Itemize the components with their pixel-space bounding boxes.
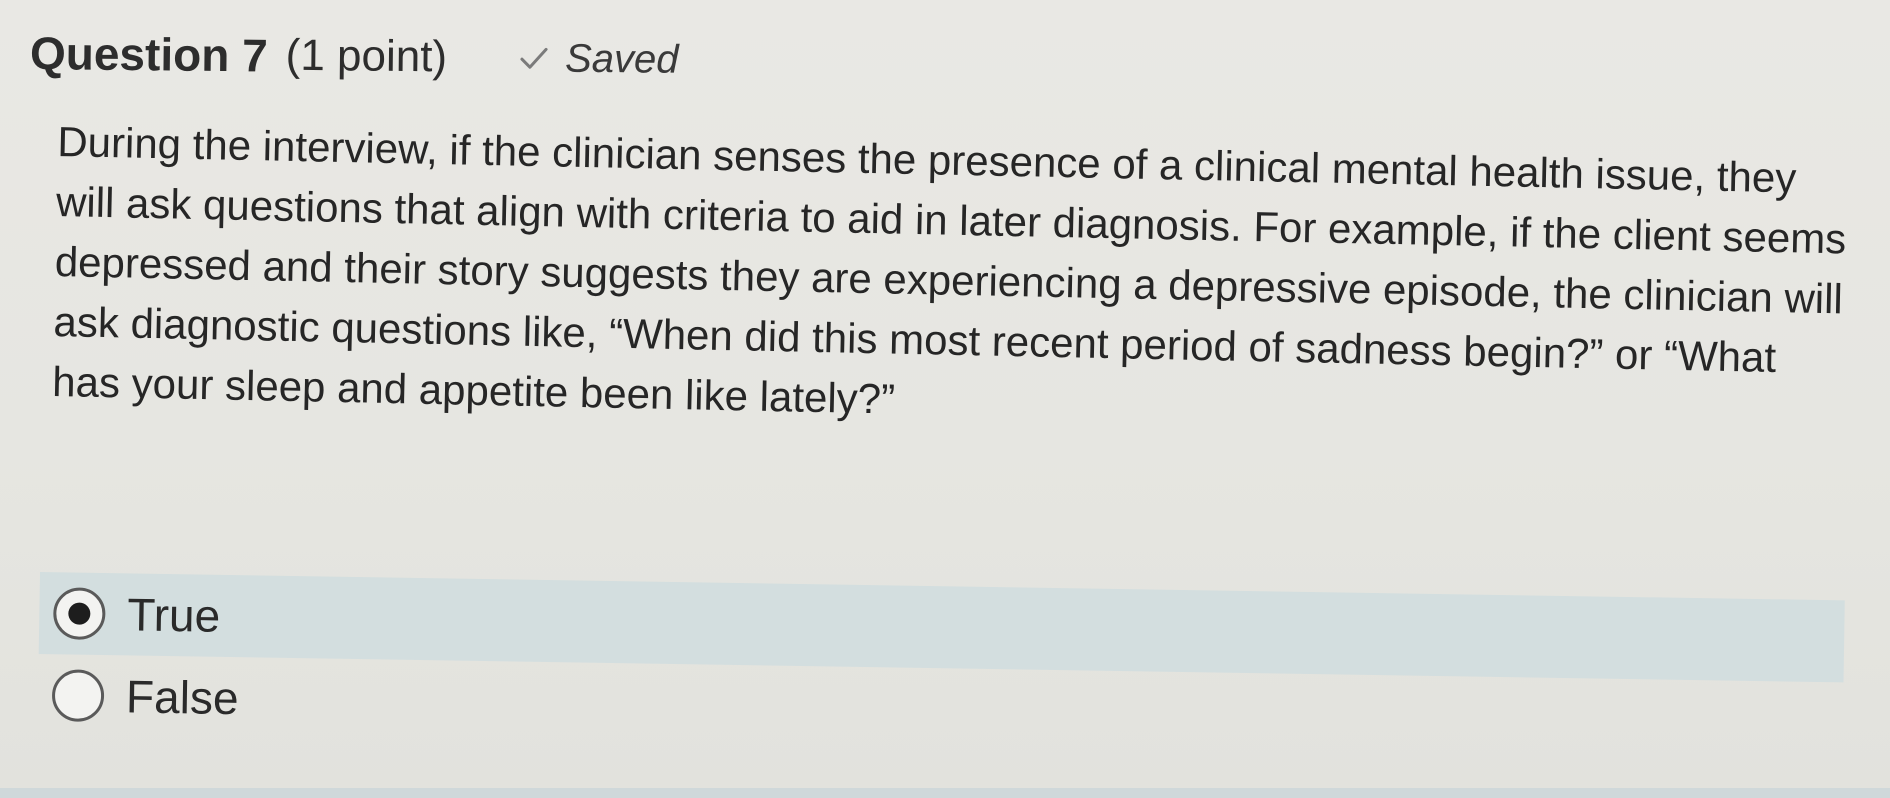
answer-label-false[interactable]: False [126, 669, 239, 725]
question-header: Question 7 (1 point) Saved [30, 18, 679, 95]
question-points: (1 point) [285, 30, 448, 82]
saved-status: Saved [517, 36, 679, 83]
answer-label-true[interactable]: True [127, 587, 221, 642]
radio-selected-dot [68, 602, 91, 625]
saved-label: Saved [564, 36, 679, 82]
question-text: During the interview, if the clinician s… [51, 117, 1847, 423]
check-icon [520, 47, 548, 69]
bottom-divider [0, 788, 1890, 798]
question-title: Question 7 [29, 27, 268, 82]
answer-list: True False [37, 572, 1845, 764]
radio-true[interactable] [52, 587, 106, 641]
radio-false[interactable] [51, 669, 105, 723]
